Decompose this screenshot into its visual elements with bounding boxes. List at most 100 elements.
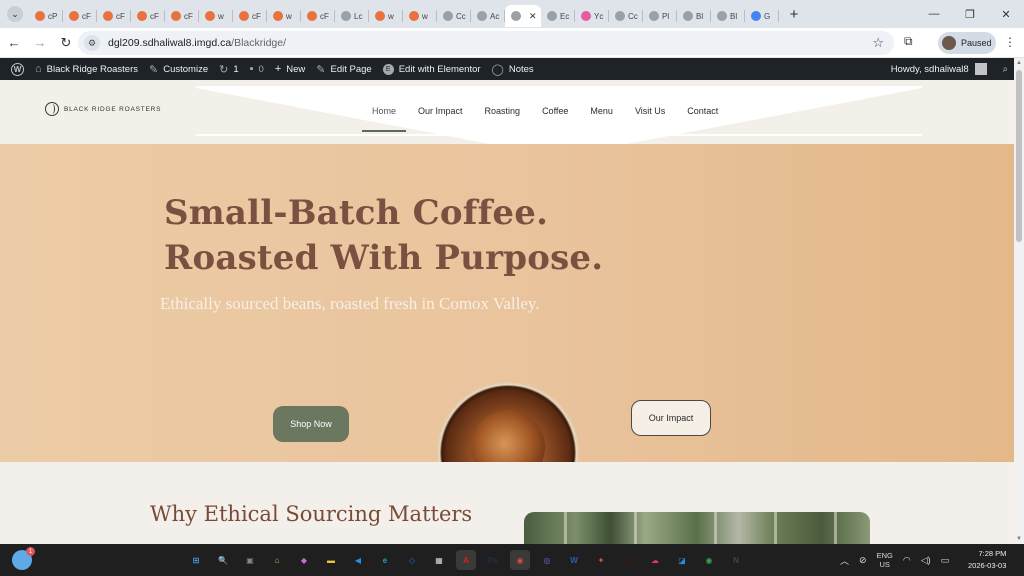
photos-icon[interactable]: ◪: [672, 550, 692, 570]
forward-icon[interactable]: →: [28, 31, 52, 55]
acrobat-icon[interactable]: A: [456, 550, 476, 570]
address-bar[interactable]: ⚙ dgl209.sdhaliwal8.imgd.ca/Blackridge/ …: [78, 31, 894, 55]
url-path: /Blackridge/: [231, 37, 287, 49]
page-scrollbar[interactable]: ▲ ▼: [1014, 58, 1024, 544]
browser-tab[interactable]: Bl: [677, 5, 711, 27]
dropbox-icon[interactable]: ◇: [402, 550, 422, 570]
browser-tab[interactable]: cF: [131, 5, 165, 27]
language-indicator[interactable]: ENG US: [877, 551, 893, 569]
browser-tab[interactable]: Cc: [609, 5, 643, 27]
tab-close-icon[interactable]: ✕: [529, 11, 537, 22]
extensions-icon[interactable]: ⧉: [904, 34, 913, 49]
admin-updates-link[interactable]: ↻ 1: [219, 63, 239, 76]
browser-tab[interactable]: cF: [301, 5, 335, 27]
wordpress-logo-icon[interactable]: W: [11, 62, 24, 76]
url-text[interactable]: dgl209.sdhaliwal8.imgd.ca/Blackridge/: [108, 37, 286, 49]
tab-search-icon[interactable]: ⌄: [7, 6, 23, 22]
nav-item-menu[interactable]: Menu: [580, 100, 623, 122]
illustrator-icon[interactable]: Ai: [618, 550, 638, 570]
admin-notes-link[interactable]: ◯ Notes: [492, 63, 534, 76]
photoshop-icon[interactable]: Ps: [483, 550, 503, 570]
tab-label: w: [422, 11, 428, 21]
browser-tab[interactable]: Lc: [335, 5, 369, 27]
bookmark-star-icon[interactable]: ☆: [872, 35, 884, 51]
volume-icon[interactable]: ◁): [921, 555, 931, 566]
browser-tab[interactable]: Ec: [541, 5, 575, 27]
task-view-icon[interactable]: ▣: [240, 550, 260, 570]
taskbar-apps: ⊞ 🔍 ▣ ⌂ ◆ ▬ ◀ e ◇ ▦ A Ps ◉ ◎ W ✦ Ai ☁ ◪ ◉ N: [186, 550, 746, 570]
admin-comments-link[interactable]: ▪ 0: [250, 63, 264, 75]
wifi-icon[interactable]: ◠: [903, 555, 911, 566]
browser-tab[interactable]: Pl: [643, 5, 677, 27]
site-info-icon[interactable]: ⚙: [84, 35, 100, 51]
notion-icon[interactable]: N: [726, 550, 746, 570]
search-icon[interactable]: 🔍: [213, 550, 233, 570]
browser-tab[interactable]: cF: [63, 5, 97, 27]
browser-tab[interactable]: G: [745, 5, 779, 27]
clock[interactable]: 7:28 PM 2026-03-03: [968, 548, 1006, 572]
browser-menu-icon[interactable]: ⋮: [1004, 35, 1016, 49]
tab-label: G: [764, 11, 771, 21]
store-icon[interactable]: ▦: [429, 550, 449, 570]
browser-tab[interactable]: w: [369, 5, 403, 27]
our-impact-button[interactable]: Our Impact: [631, 400, 711, 436]
github-icon[interactable]: ◎: [537, 550, 557, 570]
restore-icon[interactable]: ❐: [952, 0, 988, 28]
browser-tab[interactable]: Cc: [437, 5, 471, 27]
battery-icon[interactable]: ▭: [941, 555, 950, 566]
browser-tab[interactable]: cF: [165, 5, 199, 27]
admin-customize-link[interactable]: ✎ Customize: [149, 63, 208, 76]
admin-site-link[interactable]: ⌂ Black Ridge Roasters: [35, 63, 138, 75]
browser-tab[interactable]: cP: [29, 5, 63, 27]
admin-new-link[interactable]: + New: [275, 63, 305, 75]
copilot-icon[interactable]: ◆: [294, 550, 314, 570]
home-icon[interactable]: ⌂: [267, 550, 287, 570]
creative-cloud-icon[interactable]: ☁: [645, 550, 665, 570]
browser-tab[interactable]: cF: [233, 5, 267, 27]
admin-elementor-link[interactable]: E Edit with Elementor: [382, 63, 481, 75]
windows-start-icon[interactable]: ⊞: [186, 550, 206, 570]
nav-item-visit-us[interactable]: Visit Us: [625, 100, 675, 122]
browser-tab[interactable]: Yc: [575, 5, 609, 27]
figma-icon[interactable]: ✦: [591, 550, 611, 570]
nav-item-contact[interactable]: Contact: [677, 100, 728, 122]
scroll-up-icon[interactable]: ▲: [1016, 60, 1022, 66]
weather-widget-icon[interactable]: 1: [12, 547, 35, 570]
minimize-icon[interactable]: —: [916, 0, 952, 28]
nav-item-coffee[interactable]: Coffee: [532, 100, 578, 122]
browser-tab[interactable]: Ac: [471, 5, 505, 27]
close-window-icon[interactable]: ✕: [988, 0, 1024, 28]
chrome-alt-icon[interactable]: ◉: [699, 550, 719, 570]
browser-tab[interactable]: w: [267, 5, 301, 27]
admin-search-icon[interactable]: ⌕: [1003, 64, 1008, 75]
scroll-thumb[interactable]: [1016, 70, 1022, 242]
tree-trunk: [834, 512, 837, 544]
browser-tab[interactable]: w: [403, 5, 437, 27]
shop-now-button[interactable]: Shop Now: [273, 406, 349, 442]
file-explorer-icon[interactable]: ▬: [321, 550, 341, 570]
tray-overflow-icon[interactable]: ︿: [840, 554, 849, 567]
chrome-icon[interactable]: ◉: [510, 550, 530, 570]
nav-item-home[interactable]: Home: [362, 100, 407, 132]
scroll-down-icon[interactable]: ▼: [1016, 536, 1022, 542]
admin-account[interactable]: Howdy, sdhaliwal8 ⌕: [891, 58, 1008, 80]
browser-tab[interactable]: w: [199, 5, 233, 27]
new-tab-button[interactable]: +: [785, 5, 803, 23]
back-icon[interactable]: ←: [2, 31, 26, 55]
admin-edit-page-link[interactable]: ✎ Edit Page: [316, 63, 371, 76]
nav-item-our-impact[interactable]: Our Impact: [408, 100, 473, 122]
meet-icon[interactable]: ⊘: [859, 555, 867, 566]
tab-favicon-icon: [717, 11, 727, 21]
brush-icon: ✎: [149, 63, 159, 76]
forest-image: [524, 512, 870, 544]
tab-active[interactable]: ✕: [505, 5, 541, 27]
word-icon[interactable]: W: [564, 550, 584, 570]
vscode-icon[interactable]: ◀: [348, 550, 368, 570]
reload-icon[interactable]: ↻: [54, 31, 78, 55]
edge-icon[interactable]: e: [375, 550, 395, 570]
browser-tab[interactable]: Bl: [711, 5, 745, 27]
browser-tab[interactable]: cF: [97, 5, 131, 27]
profile-button[interactable]: Paused: [938, 32, 996, 54]
site-logo[interactable]: BLACK RIDGE ROASTERS: [45, 102, 161, 116]
nav-item-roasting[interactable]: Roasting: [475, 100, 531, 122]
